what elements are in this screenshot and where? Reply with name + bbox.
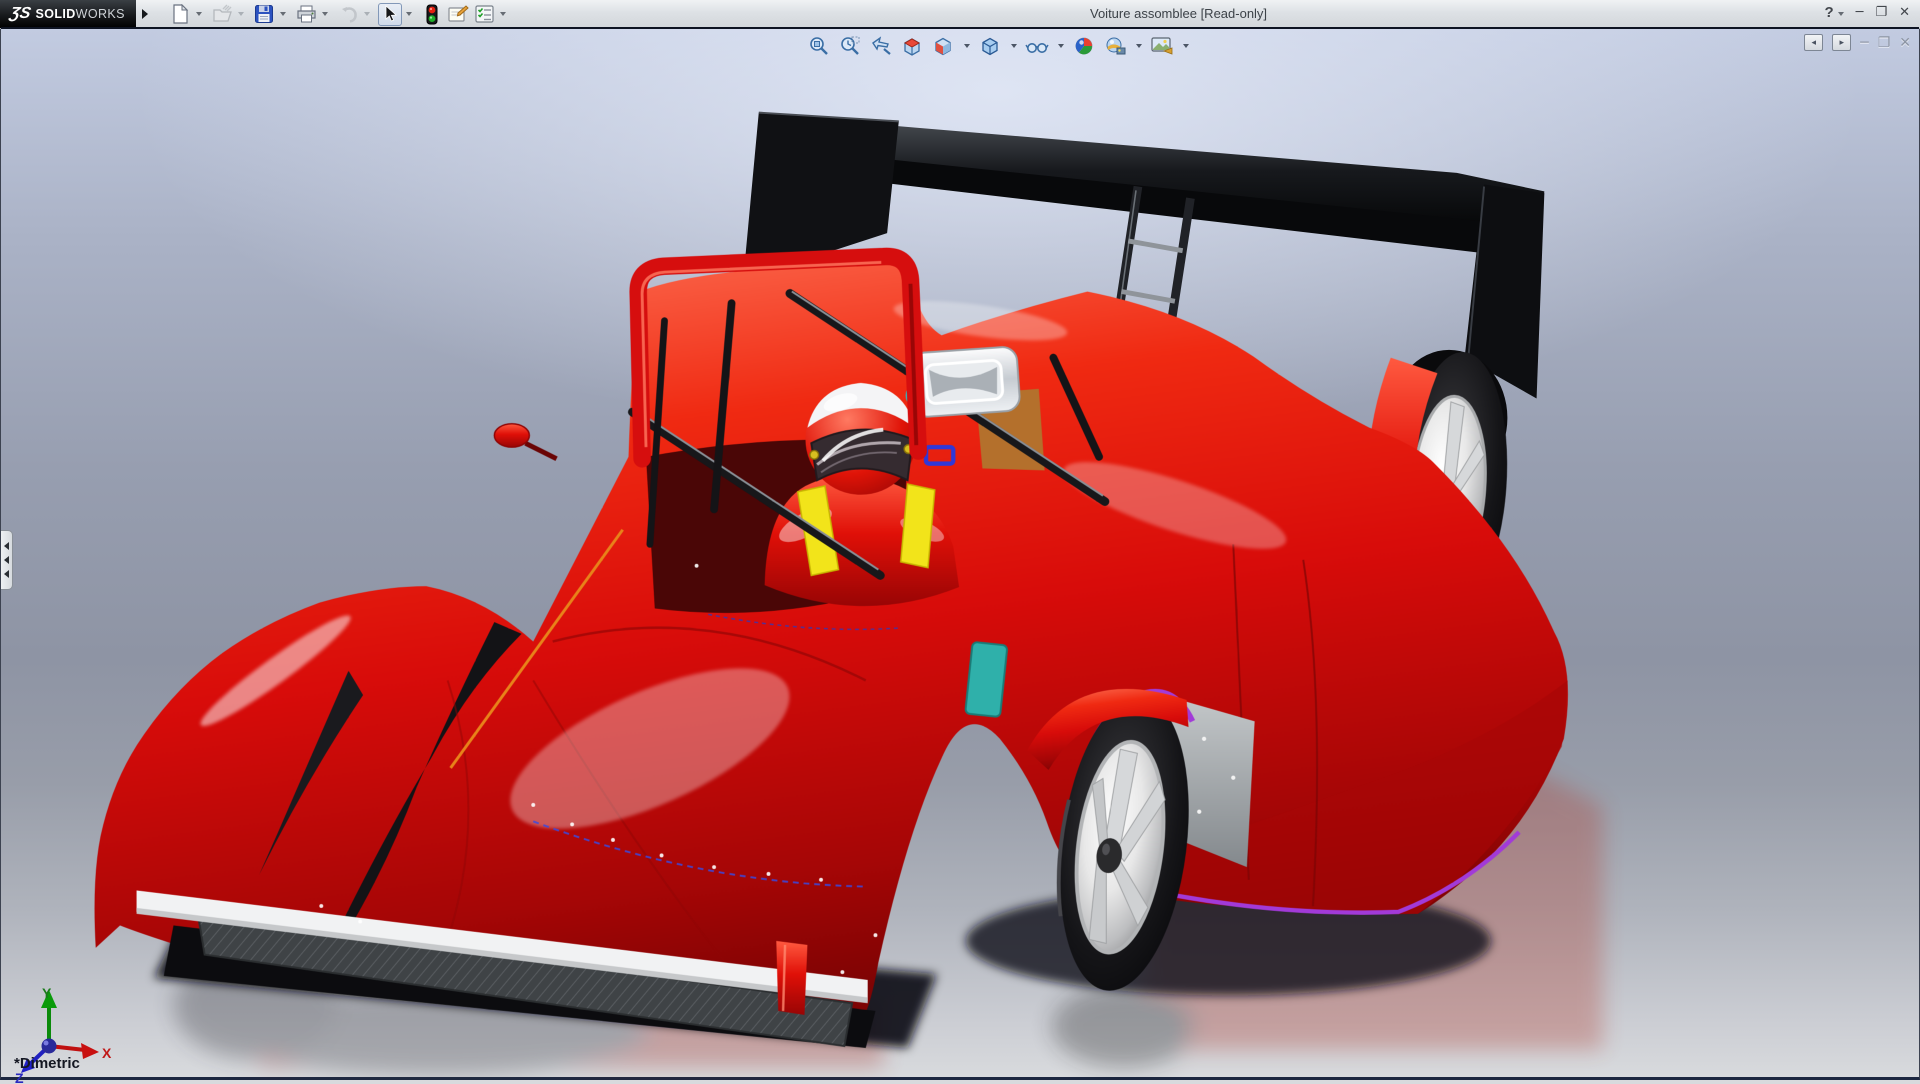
model-render-race-car[interactable] [1,29,1920,1080]
sketch-icon [447,4,469,24]
graphics-viewport[interactable]: ◂ ▸ ─ ❐ ✕ [0,29,1920,1080]
new-document-icon [170,4,190,24]
undo-dropdown[interactable] [362,3,372,25]
print-button[interactable] [294,2,318,26]
select-cursor-icon [382,5,398,23]
side-mirror[interactable] [494,424,556,459]
help-dropdown-icon[interactable] [1838,3,1844,21]
intake-box[interactable] [909,346,1020,417]
minimize-button[interactable]: ─ [1856,5,1864,20]
close-button[interactable]: ✕ [1899,5,1910,20]
new-document-dropdown[interactable] [194,3,204,25]
options-properties-button[interactable] [472,2,496,26]
document-title: Voiture assomblee [Read-only] [1090,6,1267,21]
options-dropdown[interactable] [498,3,508,25]
traffic-light-icon [426,4,438,25]
main-toolbar [168,2,512,26]
window-controls: ? ─ ❐ ✕ [1824,3,1910,21]
triad-y-label: Y [42,985,52,1001]
save-dropdown[interactable] [278,3,288,25]
undo-arrow-icon [337,4,359,24]
edit-sketch-button[interactable] [446,2,470,26]
solidworks-logo-mark: ƷS [8,5,32,23]
view-orientation-label: *Dimetric [14,1055,80,1072]
help-button[interactable]: ? [1824,4,1833,21]
open-document-button[interactable] [210,2,234,26]
toolbar-flyout-arrow-icon[interactable] [139,6,151,22]
open-document-dropdown[interactable] [236,3,246,25]
new-document-button[interactable] [168,2,192,26]
save-floppy-icon [254,4,274,24]
brand-works: WORKS [76,7,125,21]
grille-center-pylon [776,941,807,1015]
driver-helmet[interactable] [805,383,916,495]
triad-x-label: X [102,1045,112,1061]
triad-x-arrow [81,1043,99,1059]
select-dropdown[interactable] [404,3,414,25]
print-dropdown[interactable] [320,3,330,25]
save-button[interactable] [252,2,276,26]
brand-solid: SOLID [35,7,75,21]
select-tool-button[interactable] [378,3,402,26]
undo-button[interactable] [336,2,360,26]
rebuild-button[interactable] [420,2,444,26]
print-icon [296,4,317,24]
side-teal-insert[interactable] [965,642,1007,717]
checklist-icon [474,4,495,24]
titlebar: ƷS SOLIDWORKS [0,0,1920,29]
triad-z-label: Z [15,1070,24,1084]
open-folder-icon [212,4,233,24]
harness-strap-right [901,484,935,568]
restore-button[interactable]: ❐ [1875,5,1887,20]
solidworks-logo: ƷS SOLIDWORKS [0,0,136,28]
